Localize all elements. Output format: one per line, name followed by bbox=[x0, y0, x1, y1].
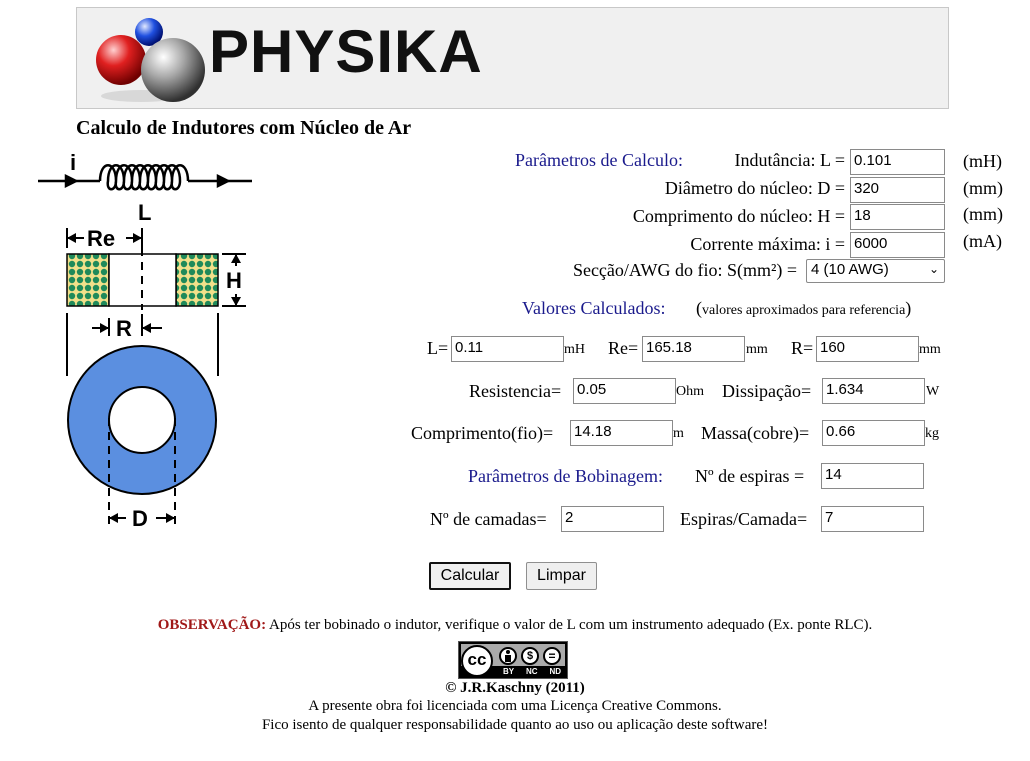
L-label: L= bbox=[427, 338, 449, 358]
clear-button[interactable]: Limpar bbox=[526, 562, 597, 590]
turns-per-layer-output[interactable]: 7 bbox=[821, 506, 924, 532]
turns-output[interactable]: 14 bbox=[821, 463, 924, 489]
label-R: R bbox=[116, 316, 132, 341]
turns-label: Nº de espiras = bbox=[695, 466, 805, 486]
logo-text: PHYSIKA bbox=[209, 18, 483, 85]
by-person-icon bbox=[499, 647, 517, 665]
observation-text: Após ter bobinado o indutor, verifique o… bbox=[266, 617, 873, 633]
inductance-label: Indutância: L = bbox=[734, 150, 845, 170]
calculate-button[interactable]: Calcular bbox=[429, 562, 511, 590]
resistance-label: Resistencia= bbox=[469, 381, 562, 401]
length-unit: (mm) bbox=[963, 204, 1003, 224]
noderivs-icon: = bbox=[543, 647, 561, 665]
header-banner: PHYSIKA bbox=[76, 7, 949, 109]
wire-length-unit: m bbox=[673, 426, 684, 441]
L-unit: mH bbox=[564, 342, 585, 357]
Re-unit: mm bbox=[746, 342, 768, 357]
section-calculated: Valores Calculados: bbox=[522, 298, 666, 318]
cc-by-text: BY bbox=[502, 667, 515, 676]
R-unit: mm bbox=[919, 342, 941, 357]
length-label: Comprimento do núcleo: H = bbox=[632, 206, 845, 226]
logo-spheres-icon bbox=[96, 18, 205, 102]
observation-note: OBSERVAÇÃO: Após ter bobinado o indutor,… bbox=[0, 617, 1030, 634]
dissipation-output[interactable]: 1.634 bbox=[822, 378, 925, 404]
page-title: Calculo de Indutores com Núcleo de Ar bbox=[76, 117, 412, 139]
resistance-unit: Ohm bbox=[676, 384, 704, 399]
dissipation-label: Dissipação= bbox=[722, 381, 812, 401]
observation-prefix: OBSERVAÇÃO: bbox=[157, 617, 267, 633]
inductance-unit: (mH) bbox=[963, 151, 1002, 171]
current-label: Corrente máxima: i = bbox=[690, 234, 845, 254]
mass-label: Massa(cobre)= bbox=[701, 423, 810, 443]
disclaimer-text: Fico isento de qualquer responsabilidade… bbox=[261, 717, 769, 733]
turns-per-layer-label: Espiras/Camada= bbox=[680, 509, 808, 529]
inductance-input[interactable]: 0.101 bbox=[850, 149, 945, 175]
wire-label: Secção/AWG do fio: S(mm²) = bbox=[572, 260, 797, 280]
diameter-input[interactable]: 320 bbox=[850, 177, 945, 203]
layers-output[interactable]: 2 bbox=[561, 506, 664, 532]
cc-icon: cc bbox=[461, 645, 493, 677]
mass-output[interactable]: 0.66 bbox=[822, 420, 925, 446]
approx-note: (valores aproximados para referencia) bbox=[696, 298, 912, 318]
inductor-diagram: i L Re H R D bbox=[38, 150, 252, 531]
label-Re: Re bbox=[87, 226, 115, 251]
diameter-label: Diâmetro do núcleo: D = bbox=[664, 178, 845, 198]
copyright: © J.R.Kaschny (2011) bbox=[445, 680, 585, 696]
layers-label: Nº de camadas= bbox=[430, 509, 547, 529]
wire-length-label: Comprimento(fio)= bbox=[411, 423, 554, 443]
current-input[interactable]: 6000 bbox=[850, 232, 945, 258]
Re-output[interactable]: 165.18 bbox=[642, 336, 745, 362]
cc-license-badge[interactable]: cc $ = BY NC ND bbox=[458, 641, 568, 679]
L-output[interactable]: 0.11 bbox=[451, 336, 564, 362]
wire-length-output[interactable]: 14.18 bbox=[570, 420, 673, 446]
Re-label: Re= bbox=[608, 338, 639, 358]
winding-right bbox=[175, 253, 219, 307]
wire-select[interactable]: 4 (10 AWG) ⌄ bbox=[806, 259, 945, 283]
R-output[interactable]: 160 bbox=[816, 336, 919, 362]
R-label: R= bbox=[791, 338, 814, 358]
label-H: H bbox=[226, 268, 242, 293]
winding-left bbox=[66, 253, 110, 307]
diameter-unit: (mm) bbox=[963, 178, 1003, 198]
current-unit: (mA) bbox=[963, 231, 1002, 251]
cc-nc-text: NC bbox=[525, 667, 538, 676]
resistance-output[interactable]: 0.05 bbox=[573, 378, 676, 404]
label-L: L bbox=[138, 200, 151, 225]
label-i: i bbox=[70, 150, 76, 175]
dissipation-unit: W bbox=[926, 384, 940, 399]
noncommercial-icon: $ bbox=[521, 647, 539, 665]
license-text: A presente obra foi licenciada com uma L… bbox=[308, 698, 722, 714]
chevron-down-icon: ⌄ bbox=[928, 262, 939, 276]
section-calc-params: Parâmetros de Calculo: bbox=[515, 150, 683, 170]
label-D: D bbox=[132, 506, 148, 531]
mass-unit: kg bbox=[925, 426, 939, 441]
cc-nd-text: ND bbox=[549, 667, 562, 676]
wire-select-value: 4 (10 AWG) bbox=[811, 261, 889, 278]
section-winding: Parâmetros de Bobinagem: bbox=[468, 466, 663, 486]
length-input[interactable]: 18 bbox=[850, 204, 945, 230]
